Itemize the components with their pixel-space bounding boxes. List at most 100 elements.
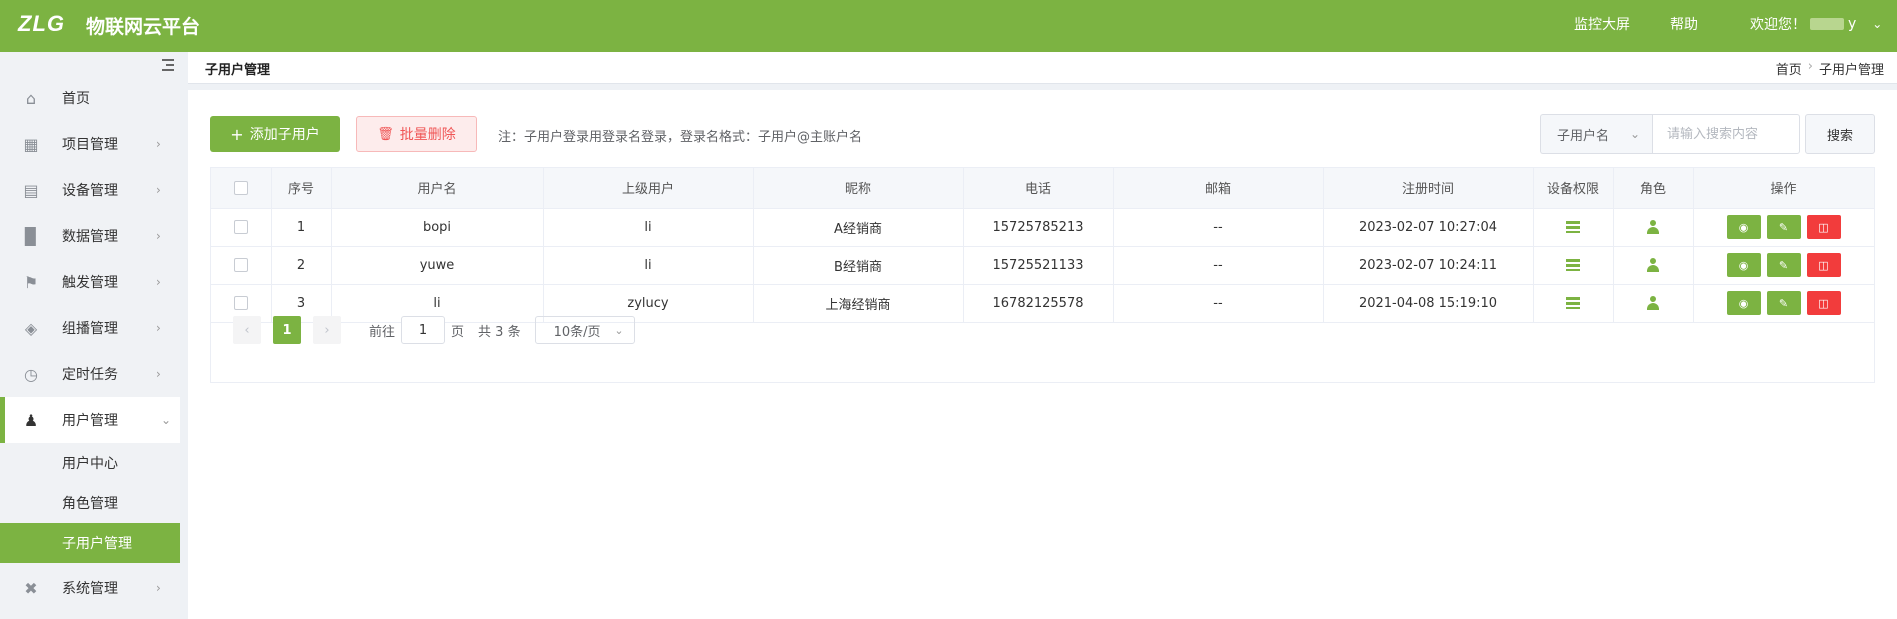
page-goto: 前往 页 [369, 316, 464, 344]
breadcrumb-home[interactable]: 首页 [1776, 59, 1802, 78]
column-header: 上级用户 [543, 168, 754, 209]
chevron-right-icon: › [156, 183, 161, 197]
page-number-button[interactable]: 1 [273, 316, 301, 344]
pagination: ‹ 1 › 前往 页 共 3 条 10条/页 ⌄ [211, 300, 1874, 360]
device-icon: ▤ [23, 180, 39, 200]
delete-button[interactable]: ◫ [1806, 253, 1841, 277]
row-checkbox[interactable] [233, 258, 248, 272]
layers-icon: ◈ [24, 318, 38, 338]
column-header: 电话 [963, 168, 1114, 209]
trash-icon: 🗑 [377, 126, 394, 142]
search-field-value: 子用户名 [1557, 128, 1610, 144]
view-button[interactable]: ◉ [1726, 253, 1761, 277]
username-suffix: y [1848, 16, 1857, 32]
sidebar-item-multicast[interactable]: ◈ 组播管理 › [0, 305, 180, 351]
chart-icon: ▉ [24, 226, 38, 246]
cell-device-permission [1533, 246, 1614, 285]
page-size-value: 10条/页 [553, 324, 601, 340]
column-header: 操作 [1693, 168, 1875, 209]
breadcrumb-current: 子用户管理 [1818, 63, 1884, 78]
collapse-sidebar-icon[interactable] [160, 58, 176, 72]
cell-username: yuwe [331, 246, 544, 285]
chevron-right-icon: › [324, 322, 330, 338]
batch-delete-button[interactable]: 🗑 批量删除 [356, 116, 477, 152]
eye-icon: ◉ [1738, 258, 1749, 272]
sidebar-item-system[interactable]: ✖ 系统管理 › [0, 565, 180, 611]
role-user-icon[interactable] [1646, 220, 1660, 234]
sidebar-subitem-subusers[interactable]: 子用户管理 [0, 523, 180, 563]
sidebar-item-scheduled[interactable]: ◷ 定时任务 › [0, 351, 180, 397]
pencil-icon: ✎ [1778, 220, 1789, 234]
edit-button[interactable]: ✎ [1766, 253, 1801, 277]
cell-email: -- [1113, 208, 1324, 247]
pencil-icon: ✎ [1778, 258, 1789, 272]
sidebar-item-label: 项目管理 [62, 137, 118, 153]
subuser-table: 序号 用户名 上级用户 昵称 电话 邮箱 注册时间 设备权限 角色 操作 1 b… [210, 167, 1875, 383]
sidebar-item-label: 组播管理 [62, 321, 118, 337]
cell-nickname: A经销商 [753, 208, 964, 247]
table-row: 1 bopi li A经销商 15725785213 -- 2023-02-07… [211, 208, 1875, 247]
goto-prefix: 前往 [369, 324, 396, 340]
login-note: 注：子用户登录用登录名登录，登录名格式：子用户@主账户名 [498, 130, 863, 145]
batch-delete-label: 批量删除 [399, 127, 456, 143]
view-button[interactable]: ◉ [1726, 215, 1761, 239]
search-field-select[interactable]: 子用户名 ⌄ [1540, 114, 1652, 154]
monitor-screen-link[interactable]: 监控大屏 [1574, 14, 1630, 34]
add-subuser-button[interactable]: + 添加子用户 [210, 116, 340, 152]
sidebar-item-label: 触发管理 [62, 275, 118, 291]
row-checkbox[interactable] [233, 220, 248, 234]
device-permission-icon[interactable] [1566, 259, 1580, 271]
page-size-select[interactable]: 10条/页 ⌄ [534, 316, 635, 344]
sidebar-item-project[interactable]: ▦ 项目管理 › [0, 121, 180, 167]
content-panel: + 添加子用户 🗑 批量删除 注：子用户登录用登录名登录，登录名格式：子用户@主… [188, 90, 1897, 619]
sidebar-item-users[interactable]: ♟ 用户管理 ⌄ [0, 397, 180, 443]
sidebar-item-label: 首页 [62, 91, 90, 107]
project-icon: ▦ [23, 134, 39, 154]
chevron-right-icon: › [156, 321, 161, 335]
next-page-button[interactable]: › [313, 316, 341, 344]
chevron-right-icon: › [156, 367, 161, 381]
cell-phone: 15725785213 [963, 208, 1114, 247]
cell-nickname: B经销商 [753, 246, 964, 285]
cell-phone: 15725521133 [963, 246, 1114, 285]
sidebar-item-data[interactable]: ▉ 数据管理 › [0, 213, 180, 259]
select-all-checkbox[interactable] [233, 180, 248, 195]
sidebar-item-label: 用户管理 [62, 413, 118, 429]
cell-registered: 2023-02-07 10:27:04 [1323, 208, 1534, 247]
tools-icon: ✖ [24, 578, 38, 598]
sidebar-subitem-user-center[interactable]: 用户中心 [0, 443, 180, 483]
cell-parent: li [543, 246, 754, 285]
sidebar-subitem-label: 角色管理 [62, 496, 118, 512]
cell-index: 1 [271, 208, 332, 247]
zlg-logo[interactable]: ZLG [18, 11, 65, 37]
cell-registered: 2023-02-07 10:24:11 [1323, 246, 1534, 285]
prev-page-button[interactable]: ‹ [233, 316, 261, 344]
trash-icon: ◫ [1818, 220, 1829, 234]
flag-icon: ⚑ [23, 272, 39, 292]
sidebar-item-label: 系统管理 [62, 581, 118, 597]
sidebar-item-trigger[interactable]: ⚑ 触发管理 › [0, 259, 180, 305]
sidebar-item-device[interactable]: ▤ 设备管理 › [0, 167, 180, 213]
cell-role [1613, 208, 1694, 247]
device-permission-icon[interactable] [1566, 221, 1580, 233]
row-select-cell [211, 246, 272, 285]
goto-page-input[interactable] [401, 316, 446, 344]
sidebar-item-label: 定时任务 [62, 367, 118, 383]
chevron-down-icon: ⌄ [1872, 17, 1883, 31]
sidebar-subitem-roles[interactable]: 角色管理 [0, 483, 180, 523]
role-user-icon[interactable] [1646, 258, 1660, 272]
help-link[interactable]: 帮助 [1670, 14, 1698, 34]
edit-button[interactable]: ✎ [1766, 215, 1801, 239]
sidebar-item-home[interactable]: ⌂ 首页 [0, 75, 180, 121]
add-subuser-label: 添加子用户 [249, 127, 320, 143]
search-button[interactable]: 搜索 [1805, 114, 1875, 154]
row-select-cell [211, 208, 272, 247]
chevron-right-icon: › [156, 275, 161, 289]
user-menu[interactable]: 欢迎您！ y ⌄ [1750, 14, 1882, 34]
chevron-right-icon: › [156, 137, 161, 151]
select-all-cell [211, 168, 272, 209]
home-icon: ⌂ [25, 88, 37, 108]
delete-button[interactable]: ◫ [1806, 215, 1841, 239]
app-title: 物联网云平台 [86, 16, 201, 38]
search-input[interactable] [1652, 114, 1800, 154]
